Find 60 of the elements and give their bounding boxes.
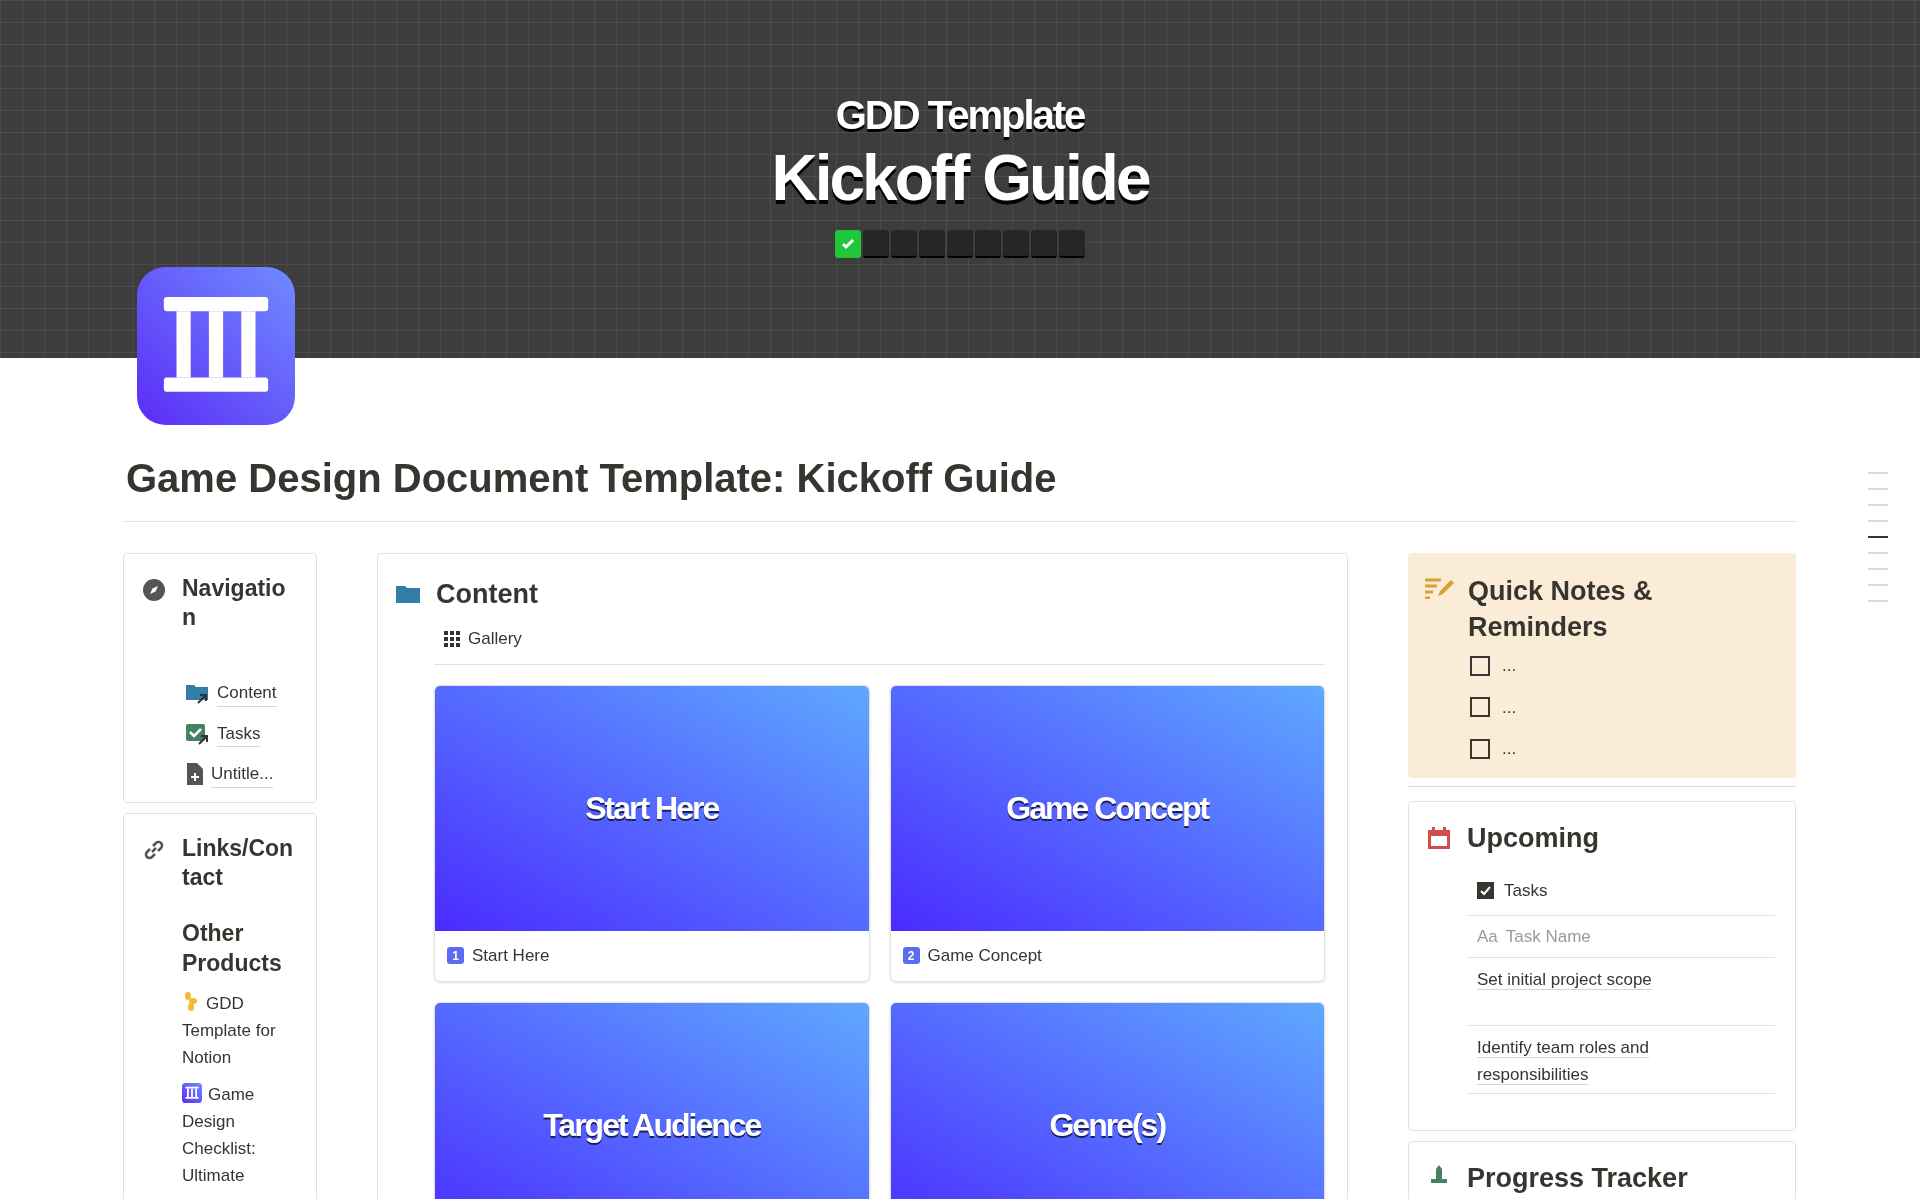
outline-marker[interactable] <box>1868 584 1888 586</box>
navigation-heading: Navigation <box>182 574 287 632</box>
other-products-heading: Other Products <box>182 918 283 978</box>
column-header: Task Name <box>1505 925 1591 948</box>
gallery-card[interactable]: Target Audience <box>434 1001 870 1199</box>
outline-marker[interactable] <box>1868 536 1888 538</box>
outline-marker[interactable] <box>1868 472 1888 474</box>
petal-icon <box>182 991 200 1012</box>
add-page-icon <box>185 762 205 787</box>
gallery-card[interactable]: Game Concept 2 Game Concept <box>889 684 1325 982</box>
outline-marker[interactable] <box>1868 488 1888 490</box>
product-link[interactable]: Game Design Checklist: Ultimate <box>182 1080 298 1189</box>
todo-checkbox[interactable] <box>1470 738 1490 759</box>
gallery-view-tab[interactable]: Gallery <box>434 626 532 652</box>
cover-title: Kickoff Guide <box>771 141 1149 216</box>
number-badge: 1 <box>447 947 464 964</box>
tasks-view-tab[interactable]: Tasks <box>1477 877 1548 904</box>
notes-pencil-icon <box>1424 577 1456 599</box>
page-title: Game Design Document Template: Kickoff Guide <box>126 455 1058 502</box>
card-title: Game Concept <box>927 944 1042 967</box>
text-property-icon: Aa <box>1477 923 1498 950</box>
number-badge: 2 <box>902 947 920 964</box>
navigation-link[interactable]: Tasks <box>185 720 298 747</box>
folder-icon <box>396 584 420 605</box>
todo-checkbox[interactable] <box>1470 655 1490 676</box>
gallery-card[interactable]: Start Here 1 Start Here <box>434 684 870 982</box>
card-title: Start Here <box>472 944 550 967</box>
card-cover-title: Start Here <box>585 789 719 828</box>
progress-tracker-heading: Progress Tracker <box>1467 1161 1688 1195</box>
upcoming-heading: Upcoming <box>1467 821 1599 855</box>
checkmark-icon <box>840 236 856 252</box>
checkbox-icon <box>1477 882 1494 899</box>
page-icon <box>137 267 295 425</box>
product-link[interactable]: GDD Template for Notion <box>182 989 298 1071</box>
outline-marker[interactable] <box>1868 552 1888 554</box>
compass-icon <box>142 578 166 602</box>
outline-marker[interactable] <box>1868 568 1888 570</box>
todo-text: ... <box>1502 655 1517 677</box>
todo-text: ... <box>1502 696 1517 719</box>
card-cover-title: Genre(s) <box>1049 1106 1166 1145</box>
navigation-link[interactable]: Content <box>185 680 298 707</box>
navigation-link[interactable]: Untitle... <box>185 761 298 788</box>
todo-text: ... <box>1502 738 1517 760</box>
links-contact-heading: Links/Contact <box>182 833 295 892</box>
gallery-card[interactable]: Genre(s) <box>889 1001 1325 1199</box>
card-cover-title: Target Audience <box>543 1106 761 1145</box>
task-name-cell[interactable]: Set initial project scope <box>1477 966 1747 993</box>
cover-subtitle: GDD Template <box>835 92 1085 139</box>
content-heading: Content <box>436 578 538 611</box>
calendar-icon <box>1427 825 1451 850</box>
card-cover-title: Game Concept <box>1006 789 1209 828</box>
outline-marker[interactable] <box>1868 520 1888 522</box>
checkbox-link-icon <box>185 721 211 746</box>
grid-icon <box>444 631 460 647</box>
todo-checkbox[interactable] <box>1470 697 1490 718</box>
quick-notes-heading: Quick Notes & Reminders <box>1468 575 1654 644</box>
outline-marker[interactable] <box>1868 600 1888 602</box>
outline-marker[interactable] <box>1868 504 1888 506</box>
task-name-cell[interactable]: Identify team roles and responsibilities <box>1477 1034 1747 1088</box>
columns-icon <box>182 1082 202 1103</box>
